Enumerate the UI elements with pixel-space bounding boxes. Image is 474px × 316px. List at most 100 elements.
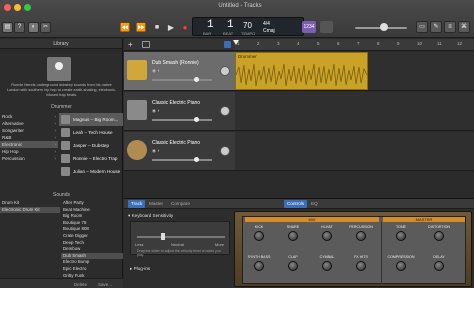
smart-controls-button[interactable]: ◐: [28, 22, 39, 33]
apple-loops-button[interactable]: ⌘: [458, 21, 470, 33]
cymbal-knob[interactable]: [322, 261, 332, 271]
track-pan-knob[interactable]: [220, 106, 230, 116]
genre-item[interactable]: Alternative ›: [0, 120, 58, 127]
tab-master[interactable]: Master: [146, 200, 166, 208]
plugins-header[interactable]: ▸ Plug-ins: [130, 266, 150, 272]
quick-help-button[interactable]: ?: [14, 22, 25, 33]
lcd-signature[interactable]: 4/4: [263, 21, 270, 27]
sound-category-item-selected[interactable]: Electronic Drum Kit: [0, 206, 60, 214]
track-pan-knob[interactable]: [220, 66, 230, 76]
sound-item[interactable]: Big Room: [61, 213, 123, 220]
save-button[interactable]: Save...: [98, 281, 112, 288]
sound-item[interactable]: Boutique 808: [61, 226, 123, 233]
minimize-window-button[interactable]: [14, 4, 21, 11]
track-volume-slider[interactable]: [152, 79, 212, 81]
track-volume-slider[interactable]: [152, 159, 212, 161]
smart-controls-icon: ◐: [31, 24, 36, 30]
media-browser-button[interactable]: ≡: [444, 21, 456, 33]
sensitivity-slider[interactable]: [137, 236, 225, 238]
smart-tempo-button[interactable]: [224, 41, 231, 48]
zoom-window-button[interactable]: [24, 4, 31, 11]
lcd-tempo-value[interactable]: 70: [243, 21, 252, 30]
tab-compare[interactable]: Compare: [168, 200, 193, 208]
genre-item-selected[interactable]: Electronic ›: [0, 141, 58, 148]
track-lane-piano-2[interactable]: [235, 132, 474, 171]
tracks-empty-area[interactable]: [124, 171, 474, 198]
loop-browser-button[interactable]: ✎: [430, 21, 442, 33]
editors-button[interactable]: ✂: [40, 22, 51, 33]
record-button[interactable]: ●: [178, 21, 192, 34]
genre-item[interactable]: Songwriter ›: [0, 127, 58, 134]
fx-hits-knob[interactable]: [356, 261, 366, 271]
sound-item[interactable]: After Party: [61, 200, 123, 207]
synth-bass-knob[interactable]: [254, 261, 264, 271]
genre-item[interactable]: Hip Hop ›: [0, 148, 58, 155]
smart-controls-panel: Track Master Compare Controls EQ ▾ Keybo…: [124, 198, 474, 288]
genre-item[interactable]: Percussion ›: [0, 155, 58, 162]
stop-button[interactable]: ■: [150, 21, 164, 34]
drummer-item[interactable]: Jasper – Dubstep: [59, 139, 123, 152]
sound-item[interactable]: Beat Machine: [61, 207, 123, 214]
track-mute-solo[interactable]: ◉ ◖: [152, 68, 160, 74]
sensitivity-slider-thumb[interactable]: [161, 233, 165, 240]
add-track-button[interactable]: +: [128, 40, 133, 49]
tab-controls[interactable]: Controls: [284, 200, 308, 208]
tab-eq[interactable]: EQ: [308, 200, 321, 208]
sound-item[interactable]: Electro Bump: [61, 259, 123, 266]
track-header-piano[interactable]: Classic Electric Piano ◉ ◖: [124, 92, 235, 131]
track-volume-slider[interactable]: [152, 119, 212, 121]
knob-label: FX HITS: [354, 255, 368, 259]
lcd-key[interactable]: Cmaj: [263, 28, 275, 34]
clap-knob[interactable]: [288, 261, 298, 271]
delete-button[interactable]: Delete: [74, 281, 87, 288]
track-mute-solo[interactable]: ◉ ◖: [152, 148, 160, 154]
lcd-display[interactable]: 1 1 BAR BEAT 70 TEMPO 4/4 Cmaj: [192, 17, 304, 36]
keyboard-sensitivity-header[interactable]: ▾ Keyboard Sensitivity: [128, 213, 228, 219]
genre-item[interactable]: R&B ›: [0, 134, 58, 141]
track-volume-thumb[interactable]: [194, 117, 199, 122]
sound-item[interactable]: Deep Tech: [61, 240, 123, 247]
track-volume-thumb[interactable]: [194, 77, 199, 82]
sound-item-selected[interactable]: Dub Smash: [61, 252, 123, 260]
snare-knob[interactable]: [288, 231, 298, 241]
playhead[interactable]: [233, 40, 239, 45]
track-header-piano-2[interactable]: Classic Electric Piano ◉ ◖: [124, 132, 235, 171]
drummer-section-header: Drummer: [51, 104, 72, 110]
track-header-drummer[interactable]: Dub Smash (Ronnie) ◉ ◖: [124, 52, 235, 91]
notepad-button[interactable]: ▭: [416, 21, 428, 33]
rewind-button[interactable]: ⏪: [118, 21, 132, 34]
sound-item[interactable]: Crate Digger: [61, 233, 123, 240]
tone-knob[interactable]: [396, 231, 406, 241]
metronome-button[interactable]: [320, 21, 333, 33]
track-volume-thumb[interactable]: [194, 157, 199, 162]
distortion-knob[interactable]: [434, 231, 444, 241]
timeline-ruler[interactable]: 1 2 3 4 5 6 7 8 9 10 11 12: [235, 39, 474, 51]
filter-button[interactable]: [142, 41, 150, 48]
percussion-knob[interactable]: [356, 231, 366, 241]
kick-knob[interactable]: [254, 231, 264, 241]
genre-item[interactable]: Rock ›: [0, 113, 58, 120]
drummer-item-selected[interactable]: Magnus – Big Room...: [59, 113, 123, 126]
track-mute-solo[interactable]: ◉ ◖: [152, 108, 160, 114]
track-lane-piano[interactable]: [235, 92, 474, 131]
library-button[interactable]: ▤: [2, 22, 13, 33]
drummer-region[interactable]: Drummer: [235, 52, 368, 90]
play-button[interactable]: ▶: [164, 21, 178, 34]
tab-track[interactable]: Track: [128, 200, 146, 208]
drummer-item[interactable]: Julian – Modern House: [59, 165, 123, 178]
sound-item[interactable]: Epic Electro: [61, 266, 123, 273]
drummer-item[interactable]: Leah – Tech House: [59, 126, 123, 139]
hi-hat-knob[interactable]: [322, 231, 332, 241]
sound-category-item[interactable]: Drum Kit: [0, 200, 60, 207]
delay-knob[interactable]: [434, 261, 444, 271]
master-volume-thumb[interactable]: [380, 23, 388, 31]
knob-label: HI-HAT: [321, 225, 333, 229]
forward-button[interactable]: ⏩: [134, 21, 148, 34]
track-pan-knob[interactable]: [220, 146, 230, 156]
count-in-button[interactable]: 1234: [302, 21, 316, 33]
sound-item[interactable]: Boutique 78: [61, 220, 123, 227]
sound-item[interactable]: Dembow: [61, 246, 123, 253]
compression-knob[interactable]: [396, 261, 406, 271]
drummer-item[interactable]: Ronnie – Electro Trap: [59, 152, 123, 165]
close-window-button[interactable]: [4, 4, 11, 11]
